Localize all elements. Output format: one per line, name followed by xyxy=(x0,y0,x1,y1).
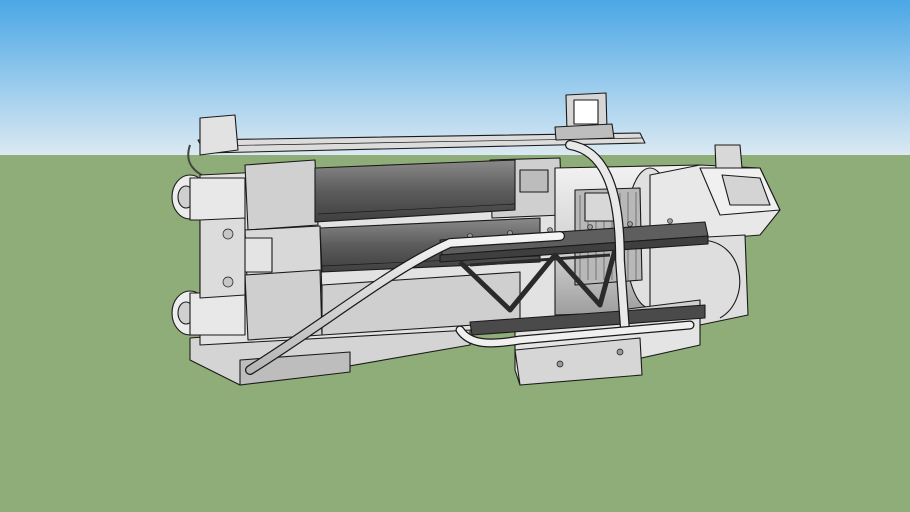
gatling-gun-model[interactable] xyxy=(0,0,910,512)
3d-viewport[interactable] xyxy=(0,0,910,512)
